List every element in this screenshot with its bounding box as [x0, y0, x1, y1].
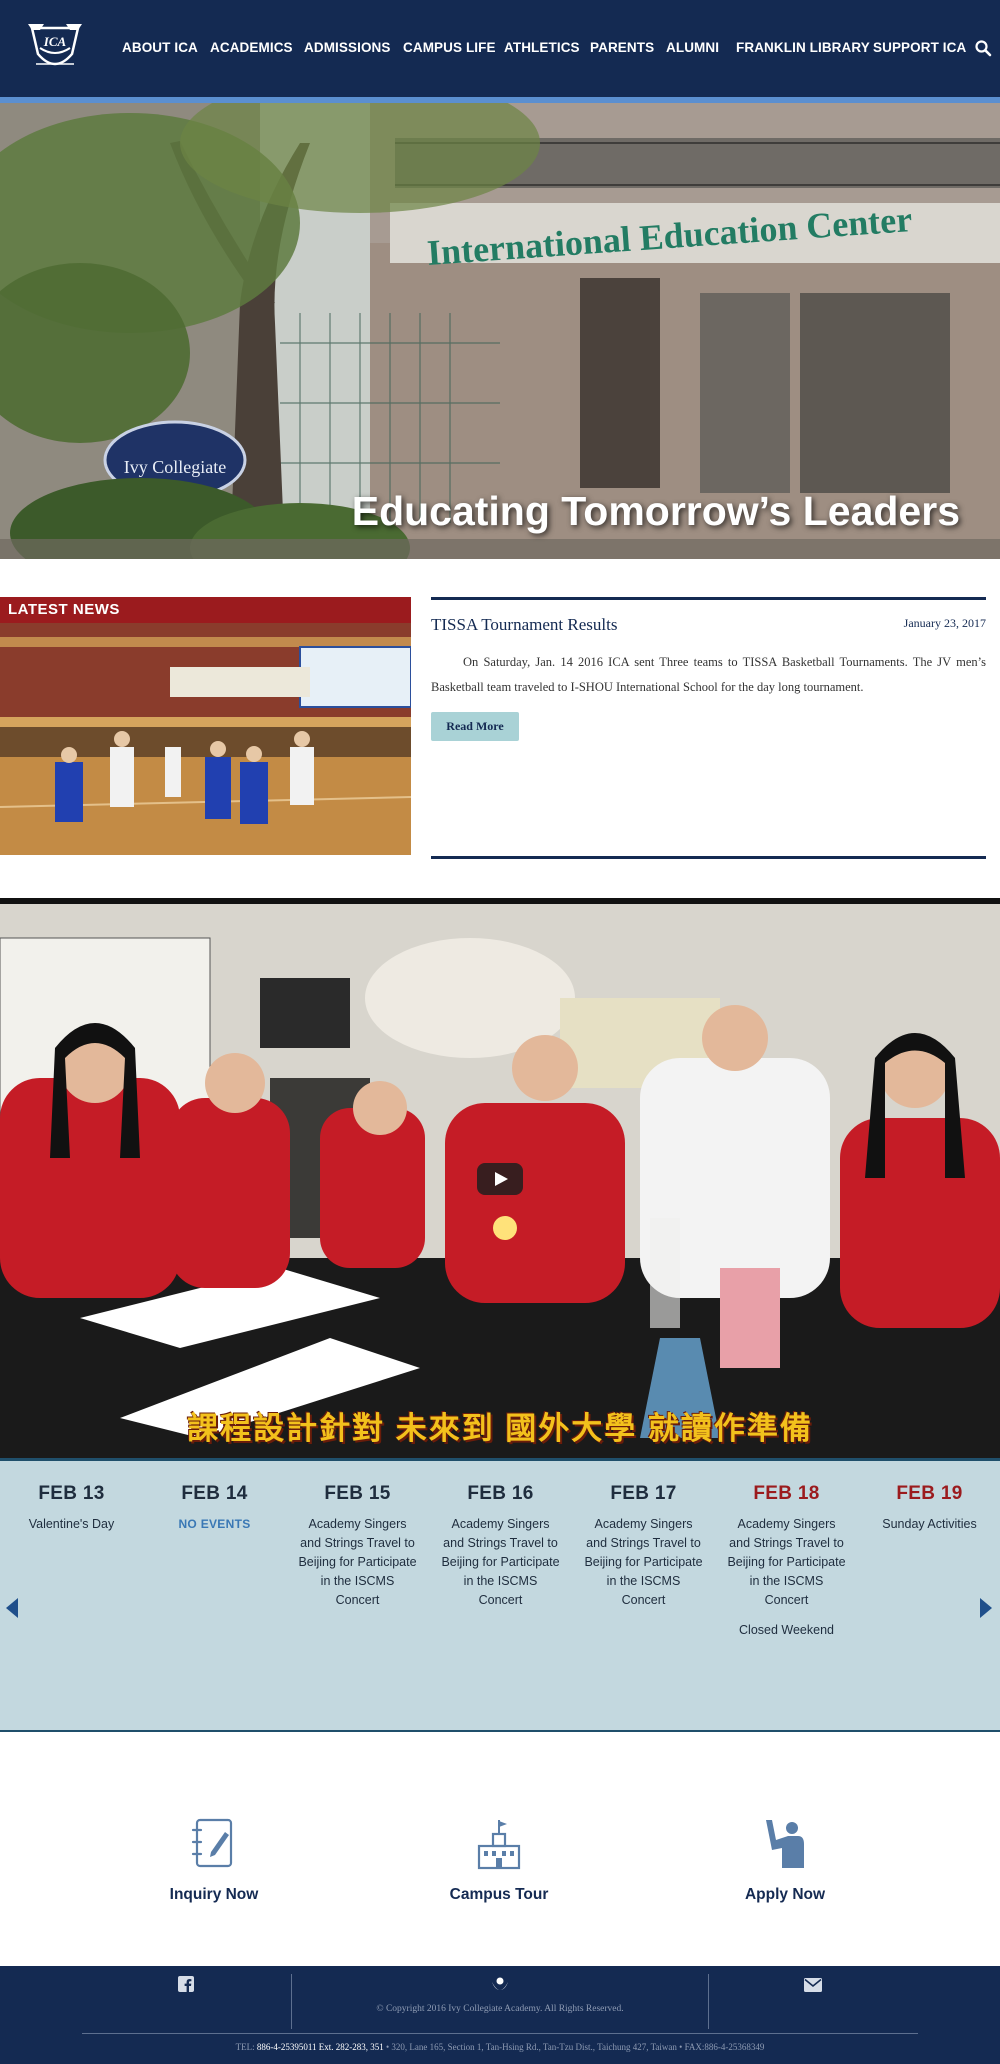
news-rule-bottom: [431, 856, 986, 859]
latest-news-badge: LATEST NEWS: [0, 597, 411, 623]
footer-divider-right: [708, 1974, 709, 2029]
news-rule-top: [431, 597, 986, 600]
event-day: FEB 15 Academy Singers and Strings Travel…: [286, 1483, 429, 1610]
apply-now-button[interactable]: Apply Now: [675, 1818, 895, 1904]
address-text: • 320, Lane 165, Section 1, Tan-Hsing Rd…: [386, 2042, 765, 2052]
nav-parents[interactable]: PARENTS: [590, 40, 654, 55]
event-date[interactable]: FEB 15: [286, 1483, 429, 1505]
nav-academics[interactable]: ACADEMICS: [210, 40, 293, 55]
ica-emblem-icon: [492, 1977, 508, 1990]
promo-video[interactable]: 課程設計針對 未來到 國外大學 就讀作準備: [0, 898, 1000, 1458]
event-item[interactable]: Valentine's Day: [0, 1515, 143, 1534]
nav-support-ica[interactable]: SUPPORT ICA: [873, 40, 966, 55]
video-play-button[interactable]: [477, 1163, 523, 1195]
nav-campus-life[interactable]: CAMPUS LIFE: [403, 40, 496, 55]
event-item[interactable]: Academy Singers and Strings Travel to Be…: [286, 1515, 429, 1610]
footer-rule: [82, 2033, 918, 2034]
chevron-right-icon[interactable]: [978, 1598, 992, 1618]
event-day: FEB 19 Sunday Activities: [858, 1483, 1000, 1534]
search-icon[interactable]: [974, 39, 992, 57]
event-date[interactable]: FEB 17: [572, 1483, 715, 1505]
tel-number[interactable]: 886-4-25395011 Ext. 282-283, 351: [257, 2042, 384, 2052]
campus-building-icon: [477, 1820, 521, 1870]
chevron-left-icon[interactable]: [6, 1598, 20, 1618]
svg-text:ICA: ICA: [43, 34, 67, 49]
read-more-button[interactable]: Read More: [431, 712, 519, 741]
event-item[interactable]: Academy Singers and Strings Travel to Be…: [572, 1515, 715, 1610]
footer-divider-left: [291, 1974, 292, 2029]
hero-tagline: Educating Tomorrow’s Leaders: [351, 488, 960, 534]
nav-admissions[interactable]: ADMISSIONS: [304, 40, 391, 55]
news-date: January 23, 2017: [903, 616, 986, 630]
event-date[interactable]: FEB 14: [143, 1483, 286, 1505]
hero-banner: International Education Center Ivy Colle…: [0, 103, 1000, 559]
nav-franklin-library[interactable]: FRANKLIN LIBRARY: [736, 40, 870, 55]
inquiry-now-label: Inquiry Now: [169, 1886, 259, 1903]
envelope-icon[interactable]: [804, 1978, 822, 1992]
inquiry-now-button[interactable]: Inquiry Now: [104, 1818, 324, 1904]
site-header: ICA ABOUT ICA ACADEMICS ADMISSIONS CAMPU…: [0, 0, 1000, 97]
event-day: FEB 16 Academy Singers and Strings Travel…: [429, 1483, 572, 1610]
notebook-pen-icon: [191, 1818, 233, 1868]
event-day: FEB 17 Academy Singers and Strings Travel…: [572, 1483, 715, 1610]
nav-alumni[interactable]: ALUMNI: [666, 40, 719, 55]
events-calendar: FEB 13 Valentine's Day FEB 14 NO EVENTS FEB …: [0, 1458, 1000, 1732]
campus-tour-button[interactable]: Campus Tour: [389, 1818, 609, 1904]
event-date[interactable]: FEB 16: [429, 1483, 572, 1505]
nav-athletics[interactable]: ATHLETICS: [504, 40, 580, 55]
news-title[interactable]: TISSA Tournament Results: [431, 615, 617, 635]
event-date[interactable]: FEB 18: [715, 1483, 858, 1505]
event-item[interactable]: Academy Singers and Strings Travel to Be…: [429, 1515, 572, 1610]
basketball-game-photo: [0, 597, 411, 855]
event-item[interactable]: Closed Weekend: [715, 1621, 858, 1640]
event-date[interactable]: FEB 13: [0, 1483, 143, 1505]
no-events-label: NO EVENTS: [178, 1517, 251, 1531]
ica-crest-logo[interactable]: ICA: [26, 20, 84, 76]
apply-now-label: Apply Now: [744, 1886, 826, 1903]
play-icon: [495, 1172, 508, 1186]
facebook-icon[interactable]: [178, 1976, 194, 1992]
event-item[interactable]: Academy Singers and Strings Travel to Be…: [715, 1515, 858, 1610]
news-image[interactable]: [0, 597, 411, 855]
raised-hand-person-icon: [766, 1820, 804, 1868]
news-body: On Saturday, Jan. 14 2016 ICA sent Three…: [431, 655, 986, 694]
school-sign-text: Ivy Collegiate: [124, 457, 226, 477]
tel-label: TEL:: [235, 2042, 255, 2052]
event-item[interactable]: Sunday Activities: [858, 1515, 1000, 1534]
copyright-text: © Copyright 2016 Ivy Collegiate Academy.…: [376, 2004, 624, 2014]
site-footer: © Copyright 2016 Ivy Collegiate Academy.…: [0, 1966, 1000, 2064]
campus-tour-label: Campus Tour: [449, 1886, 549, 1903]
event-date[interactable]: FEB 19: [858, 1483, 1000, 1505]
event-day: FEB 13 Valentine's Day: [0, 1483, 143, 1534]
nav-about-ica[interactable]: ABOUT ICA: [122, 40, 198, 55]
video-caption: 課程設計針對 未來到 國外大學 就讀作準備: [187, 1411, 813, 1446]
event-day: FEB 14 NO EVENTS: [143, 1483, 286, 1534]
event-day: FEB 18 Academy Singers and Strings Travel…: [715, 1483, 858, 1640]
footer-contact: TEL: 886-4-25395011 Ext. 282-283, 351 • …: [0, 2042, 1000, 2052]
